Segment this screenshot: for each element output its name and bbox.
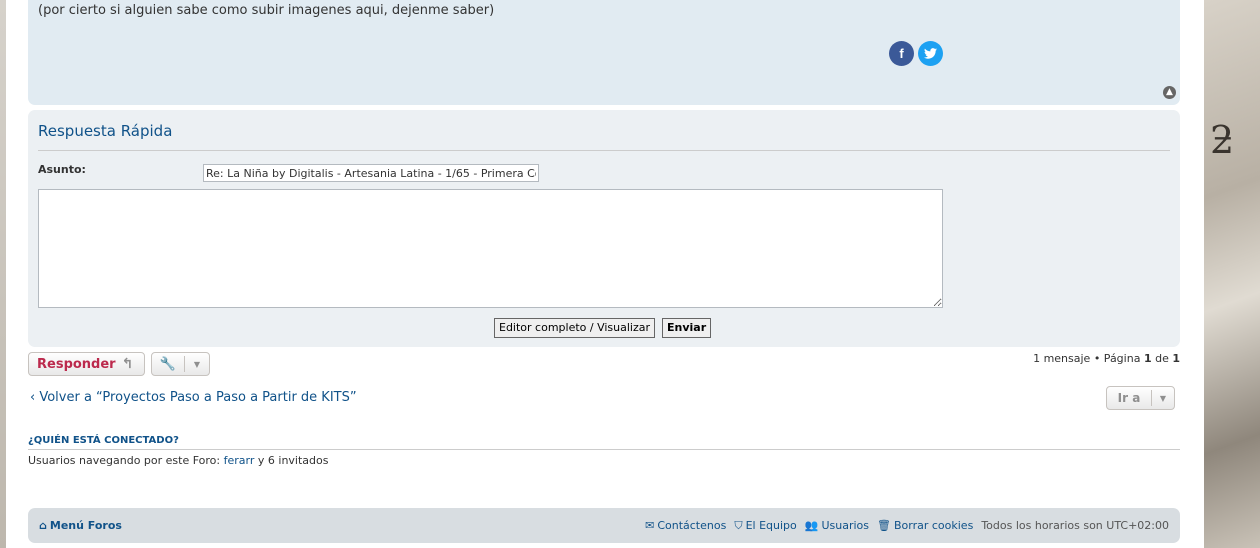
team-link[interactable]: ⛉ El Equipo xyxy=(734,519,796,533)
chevron-down-icon: ▼ xyxy=(193,359,201,369)
post-count-text: 1 mensaje • Página xyxy=(1033,352,1144,365)
post-content: (por cierto si alguien sabe como subir i… xyxy=(38,3,495,18)
trash-icon: 🗑 xyxy=(877,519,891,532)
home-icon: ⌂ xyxy=(39,519,47,532)
online-user-link[interactable]: ferarr xyxy=(224,454,255,467)
footer-navbar: ⌂ Menú Foros ✉ Contáctenos ⛉ El Equipo 👥 Usu… xyxy=(28,508,1180,543)
chevron-left-icon: ‹ xyxy=(30,390,36,405)
quick-reply-panel: Respuesta Rápida Asunto: Editor completo… xyxy=(28,110,1180,347)
contact-link[interactable]: ✉ Contáctenos xyxy=(645,519,726,533)
topic-tools-button[interactable]: 🔧 ▼ xyxy=(151,352,210,376)
page-background-right: ƻ xyxy=(1204,0,1260,548)
jump-to-dropdown[interactable]: Ir a ▼ xyxy=(1106,386,1175,410)
chevron-down-icon: ▼ xyxy=(1159,393,1167,403)
shield-icon: ⛉ xyxy=(734,519,743,532)
timezone-text: Todos los horarios son UTC+02:00 xyxy=(981,519,1169,532)
contact-label: Contáctenos xyxy=(657,519,727,532)
back-to-top-icon[interactable]: ▲ xyxy=(1163,86,1176,99)
twitter-share-icon[interactable] xyxy=(918,41,943,66)
forum-index-link[interactable]: ⌂ Menú Foros xyxy=(39,519,122,532)
footer-links: ✉ Contáctenos ⛉ El Equipo 👥 Usuarios 🗑 Borra… xyxy=(645,519,1169,533)
background-decoration: ƻ xyxy=(1210,118,1235,162)
who-is-online-text: Usuarios navegando por este Foro: ferarr… xyxy=(28,454,328,467)
total-pages: 1 xyxy=(1172,352,1180,365)
delete-cookies-label: Borrar cookies xyxy=(893,519,974,532)
subject-input[interactable] xyxy=(203,164,539,182)
forum-index-label: Menú Foros xyxy=(49,519,122,532)
subject-label: Asunto: xyxy=(38,163,86,176)
pagination-of: de xyxy=(1151,352,1173,365)
delete-cookies-link[interactable]: 🗑 Borrar cookies xyxy=(877,519,973,533)
who-is-online-title: ¿QUIÉN ESTÁ CONECTADO? xyxy=(28,435,179,446)
members-label: Usuarios xyxy=(821,519,870,532)
quick-reply-title: Respuesta Rápida xyxy=(38,122,173,140)
online-suffix: y 6 invitados xyxy=(254,454,329,467)
current-page: 1 xyxy=(1143,352,1152,365)
reply-button[interactable]: Responder ↰ xyxy=(28,352,145,376)
reply-button-label: Responder xyxy=(37,356,116,372)
divider xyxy=(38,150,1170,151)
users-icon: 👥 xyxy=(804,519,819,532)
full-editor-button[interactable]: Editor completo / Visualizar xyxy=(494,318,656,338)
twitter-bird-icon xyxy=(924,48,937,59)
jump-to-label: Ir a xyxy=(1117,391,1141,405)
online-prefix: Usuarios navegando por este Foro: xyxy=(28,454,224,467)
submit-button[interactable]: Enviar xyxy=(662,318,712,338)
message-textarea[interactable] xyxy=(38,189,943,308)
reply-icon: ↰ xyxy=(121,356,134,372)
facebook-share-icon[interactable]: f xyxy=(889,41,914,66)
divider xyxy=(28,449,1180,450)
back-link-label: Volver a “Proyectos Paso a Paso a Partir… xyxy=(39,390,357,405)
team-label: El Equipo xyxy=(745,519,797,532)
wrench-icon: 🔧 xyxy=(159,356,177,372)
back-to-forum-link[interactable]: ‹ Volver a “Proyectos Paso a Paso a Part… xyxy=(30,390,357,405)
page-wrap: (por cierto si alguien sabe como subir i… xyxy=(6,0,1204,548)
post-panel: (por cierto si alguien sabe como subir i… xyxy=(28,0,1180,105)
envelope-icon: ✉ xyxy=(645,519,655,532)
pagination: 1 mensaje • Página 1 de 1 xyxy=(1033,352,1180,365)
members-link[interactable]: 👥 Usuarios xyxy=(805,519,869,533)
